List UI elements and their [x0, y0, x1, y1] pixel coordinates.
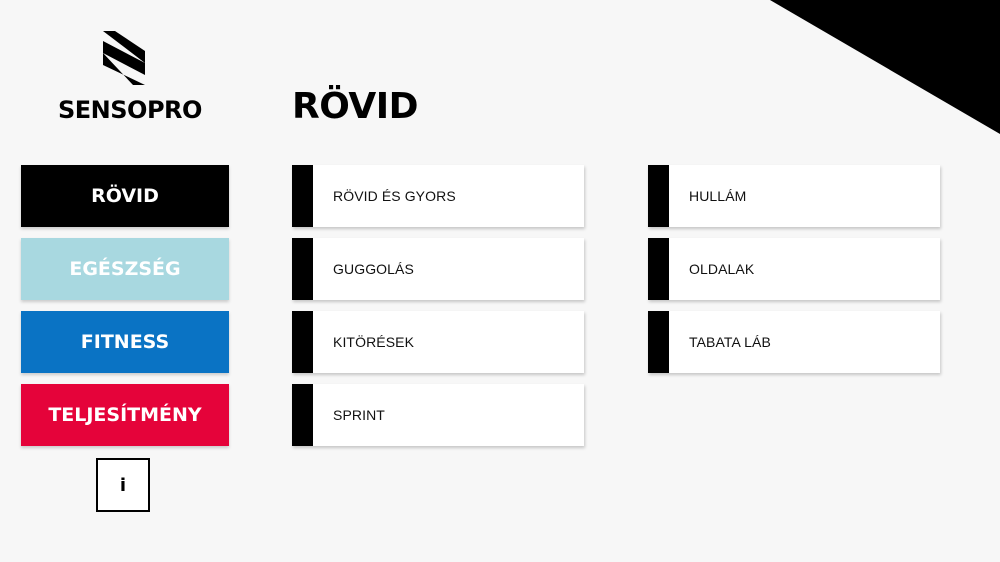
info-button[interactable]: i	[96, 458, 150, 512]
program-label: SPRINT	[333, 407, 385, 423]
nav-button-fitness[interactable]: FITNESS	[21, 311, 229, 373]
card-accent-bar	[292, 311, 313, 373]
program-label: TABATA LÁB	[689, 334, 771, 350]
program-card-rovid-es-gyors[interactable]: RÖVID ÉS GYORS	[292, 165, 584, 227]
program-label: GUGGOLÁS	[333, 261, 414, 277]
program-card-kitoresek[interactable]: KITÖRÉSEK	[292, 311, 584, 373]
card-accent-bar	[648, 311, 669, 373]
program-card-hullam[interactable]: HULLÁM	[648, 165, 940, 227]
card-accent-bar	[292, 165, 313, 227]
nav-button-egeszseg[interactable]: EGÉSZSÉG	[21, 238, 229, 300]
program-label: OLDALAK	[689, 261, 755, 277]
program-label: HULLÁM	[689, 188, 747, 204]
program-card-tabata-lab[interactable]: TABATA LÁB	[648, 311, 940, 373]
nav-button-teljesitmeny[interactable]: TELJESÍTMÉNY	[21, 384, 229, 446]
page-title: RÖVID	[292, 86, 419, 127]
brand-name: SENSOPRO	[58, 96, 202, 124]
nav-button-rovid[interactable]: RÖVID	[21, 165, 229, 227]
card-accent-bar	[648, 238, 669, 300]
card-accent-bar	[292, 238, 313, 300]
card-accent-bar	[648, 165, 669, 227]
program-label: KITÖRÉSEK	[333, 334, 415, 350]
sensopro-logo-icon	[103, 31, 145, 85]
program-card-guggolas[interactable]: GUGGOLÁS	[292, 238, 584, 300]
corner-decoration	[770, 0, 1000, 134]
program-card-sprint[interactable]: SPRINT	[292, 384, 584, 446]
card-accent-bar	[292, 384, 313, 446]
program-card-oldalak[interactable]: OLDALAK	[648, 238, 940, 300]
program-label: RÖVID ÉS GYORS	[333, 188, 456, 204]
